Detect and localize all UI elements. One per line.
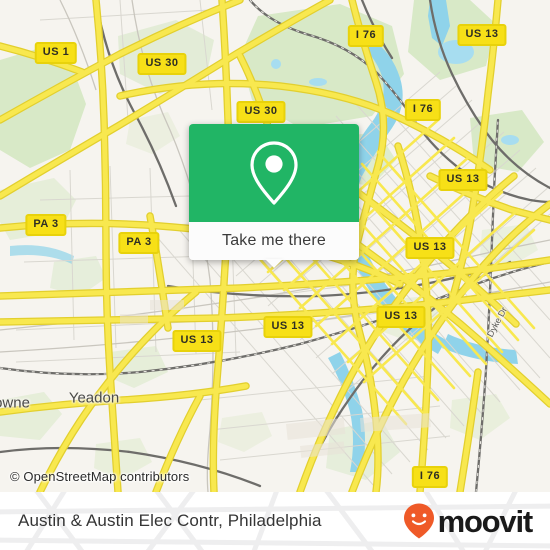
place-label: Yeadon <box>68 389 120 407</box>
road-shield: US 13 <box>438 169 488 191</box>
take-me-there-label: Take me there <box>222 232 326 249</box>
road-shield: I 76 <box>411 466 449 488</box>
road-shield: US 13 <box>172 330 222 352</box>
footer-content: Austin & Austin Elec Contr, Philadelphia… <box>0 492 550 550</box>
map-pin-icon <box>250 141 298 205</box>
osm-attribution[interactable]: © OpenStreetMap contributors <box>10 469 189 484</box>
moovit-wordmark: moovit <box>437 503 534 539</box>
map-canvas[interactable]: US 1 US 30 I 76 US 13 US 30 I 76 US 13 PA 3 PA 3… <box>0 0 550 492</box>
place-title: Austin & Austin Elec Contr, Philadelphia <box>18 511 322 530</box>
road-shield: US 1 <box>34 42 78 64</box>
road-shield: US 13 <box>405 237 455 259</box>
footer-bar: Austin & Austin Elec Contr, Philadelphia… <box>0 492 550 550</box>
road-shield: US 13 <box>263 316 313 338</box>
road-shield: US 30 <box>236 101 286 123</box>
road-shield: I 76 <box>404 99 442 121</box>
road-shield: PA 3 <box>25 214 67 236</box>
road-shield: PA 3 <box>118 232 160 254</box>
marker-card-footer[interactable]: Take me there <box>189 222 359 268</box>
moovit-map-screenshot: US 1 US 30 I 76 US 13 US 30 I 76 US 13 PA 3 PA 3… <box>0 0 550 550</box>
road-shield: US 13 <box>376 306 426 328</box>
moovit-pin-icon <box>403 503 434 539</box>
location-marker-card[interactable]: Take me there <box>189 124 359 268</box>
road-shield: US 13 <box>457 24 507 46</box>
road-shield: I 76 <box>347 25 385 47</box>
place-label: owne <box>0 394 30 412</box>
road-shield: US 30 <box>137 53 187 75</box>
moovit-logo[interactable]: moovit <box>402 502 534 540</box>
marker-card-header <box>189 124 359 222</box>
marker-card-pointer <box>265 259 283 268</box>
